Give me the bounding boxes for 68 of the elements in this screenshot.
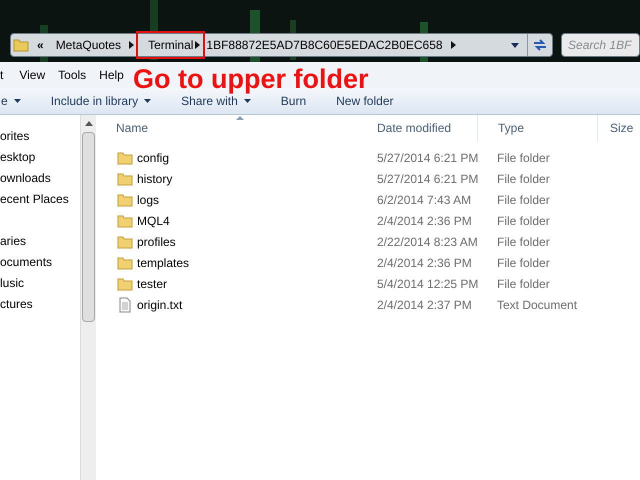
file-type: File folder	[497, 276, 550, 290]
column-header[interactable]: Date modified	[377, 119, 452, 137]
breadcrumb[interactable]: Terminal	[138, 33, 204, 57]
column-header[interactable]: Size	[610, 119, 634, 137]
menu-item[interactable]: Tools	[58, 66, 86, 84]
file-name[interactable]: profiles	[137, 232, 176, 250]
file-type: File folder	[497, 150, 550, 164]
scroll-thumb[interactable]	[82, 132, 95, 322]
nav-item[interactable]: ecent Places	[0, 192, 69, 206]
chevron-right-icon[interactable]	[450, 41, 456, 49]
breadcrumb[interactable]: 1BF88872E5AD7B8C60E5EDAC2B0EC658	[204, 36, 447, 54]
nav-item[interactable]: ownloads	[0, 171, 51, 185]
file-name[interactable]: origin.txt	[137, 296, 182, 314]
file-type: File folder	[497, 234, 550, 248]
overflow-chevron[interactable]: «	[37, 36, 44, 54]
date-modified: 5/27/2014 6:21 PM	[377, 150, 478, 164]
file-name[interactable]: tester	[137, 274, 168, 292]
folder-icon	[117, 212, 133, 228]
file-type: File folder	[497, 172, 550, 186]
folder-icon	[13, 37, 29, 53]
refresh-icon[interactable]	[532, 38, 548, 52]
file-name[interactable]: MQL4	[137, 212, 170, 230]
scrollbar[interactable]	[80, 115, 96, 480]
chevron-right-icon[interactable]	[129, 41, 134, 49]
date-modified: 5/4/2014 12:25 PM	[377, 276, 478, 290]
date-modified: 6/2/2014 7:43 AM	[377, 192, 472, 206]
column-header[interactable]: Name	[116, 119, 148, 137]
toolbar-button[interactable]: e	[1, 92, 21, 110]
date-modified: 2/4/2014 2:37 PM	[377, 298, 472, 312]
file-name[interactable]: logs	[137, 190, 160, 208]
date-modified: 2/4/2014 2:36 PM	[377, 214, 472, 228]
sort-arrow-icon	[236, 116, 244, 120]
nav-group[interactable]: aries	[0, 234, 26, 248]
date-modified: 2/22/2014 8:23 AM	[377, 234, 478, 248]
toolbar-button[interactable]: Include in library	[50, 92, 152, 110]
nav-item[interactable]: ctures	[0, 297, 33, 311]
file-name[interactable]: config	[137, 148, 170, 166]
folder-icon	[117, 150, 133, 166]
menu-item[interactable]: t	[0, 66, 4, 84]
file-type: File folder	[497, 256, 550, 270]
column-header[interactable]: Type	[498, 119, 524, 137]
nav-item[interactable]: esktop	[0, 150, 36, 164]
dropdown-arrow-icon[interactable]	[511, 42, 520, 48]
address-bar[interactable]: « MetaQuotes Terminal 1BF88872E5AD7B8C60E5EDAC2B0EC658	[10, 33, 554, 57]
toolbar-button[interactable]: Burn	[280, 92, 306, 110]
date-modified: 5/27/2014 6:21 PM	[377, 172, 478, 186]
nav-item[interactable]: lusic	[0, 276, 24, 290]
file-type: File folder	[497, 214, 550, 228]
chevron-right-icon[interactable]	[195, 41, 200, 49]
folder-icon	[117, 254, 133, 270]
date-modified: 2/4/2014 2:36 PM	[377, 256, 472, 270]
breadcrumb[interactable]: MetaQuotes	[44, 36, 126, 54]
folder-icon	[117, 192, 133, 208]
folder-icon	[117, 170, 133, 186]
folder-icon	[117, 234, 133, 250]
folder-icon	[117, 276, 133, 292]
toolbar-button[interactable]: New folder	[336, 92, 394, 110]
file-type: File folder	[497, 192, 550, 206]
nav-group[interactable]: orites	[0, 129, 30, 143]
text-file-icon	[117, 296, 133, 312]
file-name[interactable]: templates	[137, 254, 190, 272]
scroll-up-icon[interactable]	[84, 121, 92, 126]
menu-item[interactable]: View	[19, 66, 46, 84]
nav-item[interactable]: ocuments	[0, 255, 52, 269]
menu-item[interactable]: Help	[99, 66, 124, 84]
annotation-text: Go to upper folder	[133, 64, 368, 94]
file-name[interactable]: history	[137, 170, 172, 188]
file-type: Text Document	[497, 298, 578, 312]
